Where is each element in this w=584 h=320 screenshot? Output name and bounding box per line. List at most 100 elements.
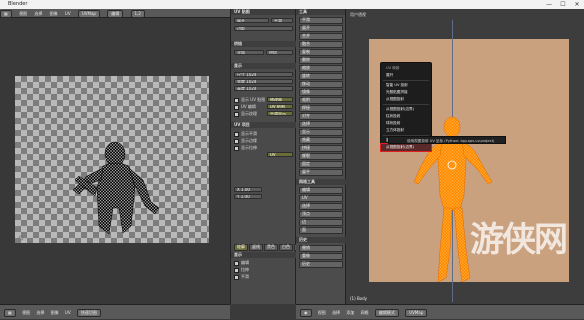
size-field[interactable]: 尺寸 1024 (234, 72, 293, 77)
smooth-display-value[interactable]: 平滑显示 (267, 111, 293, 116)
coord-y-field[interactable]: Y 1.00 (234, 194, 262, 199)
close-icon[interactable]: ✕ (570, 0, 584, 9)
tool-button[interactable]: 选择 (299, 121, 343, 128)
menu-select[interactable]: 选择 (34, 11, 42, 16)
mesh-tools-header[interactable]: 网格工具 (296, 179, 349, 185)
uv-map-value[interactable]: UV 贴图 (267, 104, 293, 109)
tool-button[interactable]: 融合 (299, 41, 343, 48)
context-menu-item[interactable]: 立方体投射 (381, 127, 431, 134)
tab-black[interactable]: 黑色 (264, 244, 278, 251)
footer3d-select[interactable]: 选择 (332, 310, 340, 315)
tool-button[interactable]: 显示 (299, 129, 343, 136)
history-header[interactable]: 历史 (296, 237, 349, 243)
tab-dash[interactable]: 虚线 (249, 244, 263, 251)
menu-uvs[interactable]: UV (65, 11, 71, 16)
tool-button[interactable]: 焊接 (299, 105, 343, 112)
footer-field[interactable]: 快速切图 (76, 309, 101, 317)
frame-field[interactable]: 1,2 (130, 10, 145, 18)
uv-editor-footer: ▦ 视图 选择 图像 UV 快速切图 (0, 304, 230, 319)
checkbox-show-uv[interactable]: 显示 UV 贴图 (234, 97, 266, 103)
checkbox-smooth[interactable]: 平滑 (234, 274, 294, 280)
checkbox-show-stretch[interactable]: 显示拉伸 (234, 145, 294, 151)
footer3d-view[interactable]: 视图 (318, 310, 326, 315)
footer3d-add[interactable]: 添加 (346, 310, 354, 315)
tab-white[interactable]: 白色 (279, 244, 293, 251)
tool-button[interactable]: UV (299, 195, 343, 202)
section-bottom-display[interactable]: 显示 (231, 252, 300, 258)
footer-image[interactable]: 图像 (51, 310, 59, 315)
tool-button[interactable]: 合并 (299, 33, 343, 40)
context-menu-item[interactable]: 柱状投射 (381, 113, 431, 120)
context-menu-item[interactable]: 光照贴图拼接 (381, 89, 431, 96)
bake-mode[interactable]: 全部 (234, 50, 264, 55)
footer-view[interactable]: 视图 (22, 310, 30, 315)
tool-button[interactable]: 固定 (299, 161, 343, 168)
tool-button[interactable]: 镜像 (299, 89, 343, 96)
context-menu-item[interactable]: 球状投射 (381, 120, 431, 127)
smooth-button[interactable]: 平滑 (271, 18, 293, 23)
image-selector[interactable]: UVMap (77, 10, 100, 18)
bake-button[interactable]: 烘焙 (266, 50, 293, 55)
tool-button[interactable]: 平滑 (299, 17, 343, 24)
footer-uvs[interactable]: UV (65, 310, 71, 315)
width-field[interactable]: 宽度 1024 (234, 79, 293, 84)
margin-field[interactable]: 边距 (234, 26, 293, 31)
tool-button[interactable]: 面 (299, 227, 343, 234)
menu-view[interactable]: 视图 (19, 11, 27, 16)
tool-button[interactable]: 历史 (299, 261, 343, 268)
tool-button[interactable]: 展开 (299, 25, 343, 32)
context-menu-item[interactable]: 展开 (381, 72, 431, 79)
smooth-section[interactable]: 展开 (234, 18, 269, 23)
editor-type-icon[interactable]: ▦ (0, 10, 12, 18)
menu-image[interactable]: 图像 (50, 11, 58, 16)
mode-selector[interactable]: 编辑 (107, 10, 124, 18)
minimize-icon[interactable]: — (542, 0, 556, 9)
coord-x-field[interactable]: X 1.00 (234, 187, 262, 192)
tool-button[interactable]: 旋转 (299, 73, 343, 80)
uv-mesh-wireframe[interactable] (15, 76, 209, 243)
tool-button[interactable]: 吸附 (299, 97, 343, 104)
tool-button[interactable]: 移动 (299, 81, 343, 88)
context-menu-item[interactable]: 智能 UV 投射 (381, 82, 431, 89)
mode-dropdown[interactable]: 编辑模式 (374, 309, 399, 317)
footer-select[interactable]: 选择 (36, 310, 44, 315)
tool-button[interactable]: 顶点 (299, 211, 343, 218)
tool-button[interactable]: 删除 (299, 57, 343, 64)
tool-button[interactable]: 对齐 (299, 113, 343, 120)
tool-button[interactable]: 边 (299, 219, 343, 226)
context-menu-item[interactable]: 从视图投射(边界) (381, 106, 431, 113)
tab-outline[interactable]: 轮廓 (234, 244, 248, 251)
tool-shelf: 工具 平滑 展开 合并 融合 复制 删除 缩放 旋转 移动 镜像 吸附 焊接 对齐 选择 显示 隐藏 拼接 撕裂固… (296, 9, 349, 304)
editor-type-icon-bottom[interactable]: ▦ (4, 309, 16, 317)
checkbox-show-texture[interactable]: 显示纹理 (234, 111, 266, 117)
height-field[interactable]: 高度 1024 (234, 86, 293, 91)
tool-button[interactable]: 隐藏 (299, 137, 343, 144)
tool-button[interactable]: 重做 (299, 253, 343, 260)
tool-button[interactable]: 拼接 (299, 145, 343, 152)
tool-button[interactable]: 复制 (299, 49, 343, 56)
tool-button[interactable]: 展平 (299, 169, 343, 176)
tool-button[interactable]: 撤销 (299, 245, 343, 252)
panel-header-uv[interactable]: UV 贴图 (231, 9, 295, 15)
tool-button[interactable]: 撕裂 (299, 153, 343, 160)
checkbox-show-smooth[interactable]: 显示平滑 (234, 131, 294, 137)
checkbox-uv-edit[interactable]: UV 编辑 (234, 104, 266, 110)
section-uv-items[interactable]: UV 项目 (231, 122, 300, 128)
context-menu-item-selected[interactable]: 从视图投射(边界) (380, 143, 432, 152)
tool-button[interactable]: 选择 (299, 203, 343, 210)
tool-button[interactable]: 编辑 (299, 187, 343, 194)
modifier-value[interactable]: 修改器 (267, 97, 293, 102)
context-menu-item[interactable]: 从视图投射 (381, 96, 431, 103)
viewport-editor-icon[interactable]: ◉ (300, 309, 312, 317)
tool-button[interactable]: 缩放 (299, 65, 343, 72)
tool-shelf-header[interactable]: 工具 (296, 9, 345, 15)
uv-toggle[interactable]: UV (267, 152, 293, 157)
checkbox-show-edges[interactable]: 显示边缘 (234, 138, 294, 144)
checkbox-edit[interactable]: 编辑 (234, 260, 294, 266)
uvmap-field[interactable]: UVMap (405, 309, 428, 317)
section-bake[interactable]: 烘焙 (231, 41, 300, 47)
footer3d-mesh[interactable]: 网格 (361, 310, 369, 315)
section-display[interactable]: 显示 (231, 63, 300, 69)
checkbox-stretch[interactable]: 拉伸 (234, 267, 294, 273)
maximize-icon[interactable]: ☐ (556, 0, 570, 9)
